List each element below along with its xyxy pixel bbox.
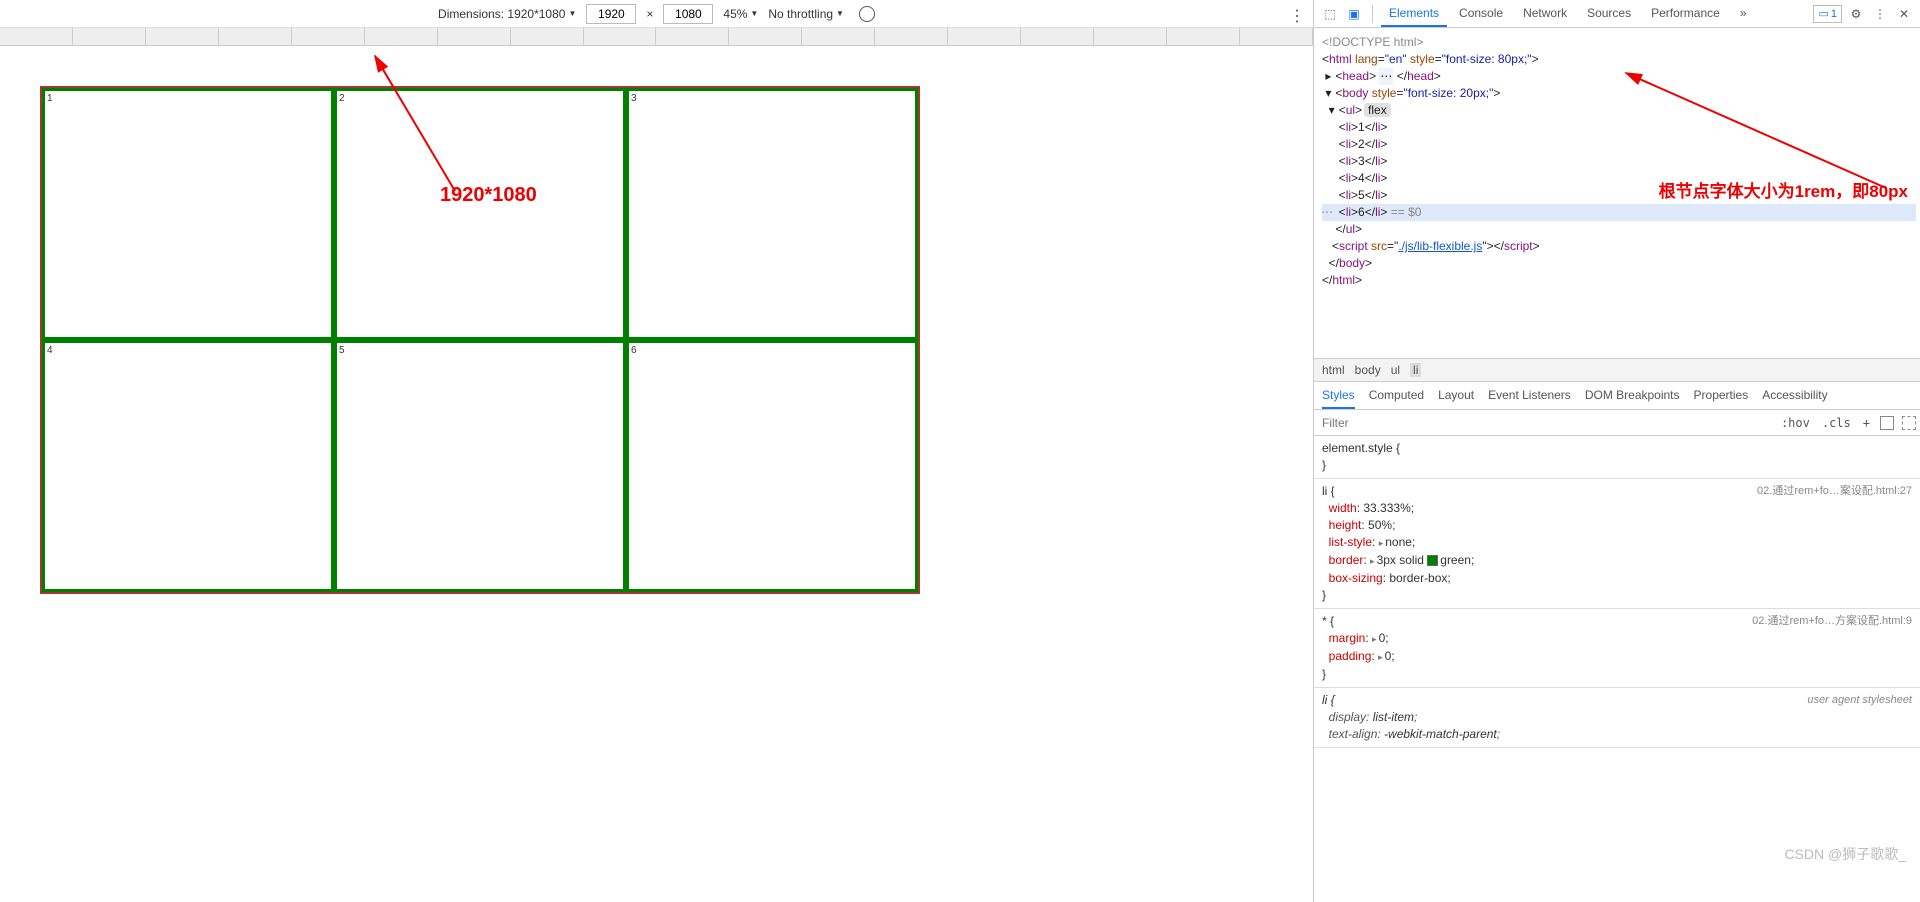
device-pane: Dimensions: 1920*1080 × 45% No throttlin…: [0, 0, 1314, 902]
tab-console[interactable]: Console: [1451, 0, 1511, 27]
tab-more[interactable]: »: [1732, 0, 1755, 27]
rule-li[interactable]: 02.通过rem+fo…案设配.html:27 li { width: 33.3…: [1314, 479, 1920, 609]
crumb-li[interactable]: li: [1410, 363, 1421, 377]
dimensions-select[interactable]: Dimensions: 1920*1080: [438, 7, 576, 21]
script-line[interactable]: <script src="./js/lib-flexible.js"></scr…: [1322, 238, 1916, 255]
breadcrumb: html body ul li: [1314, 358, 1920, 382]
ruler: [0, 28, 1313, 46]
device-toolbar: Dimensions: 1920*1080 × 45% No throttlin…: [0, 0, 1313, 28]
width-input[interactable]: [586, 4, 636, 24]
device-toggle-icon[interactable]: ▣: [1344, 7, 1364, 21]
tab-computed[interactable]: Computed: [1369, 382, 1424, 409]
zoom-select[interactable]: 45%: [723, 7, 758, 21]
ul-open[interactable]: ▾<ul>flex: [1322, 102, 1916, 119]
times-label: ×: [646, 7, 653, 21]
tab-properties[interactable]: Properties: [1694, 382, 1749, 409]
filter-input[interactable]: [1314, 416, 1775, 430]
source-link[interactable]: 02.通过rem+fo…案设配.html:27: [1757, 483, 1912, 500]
kebab-icon[interactable]: ⋮: [1870, 7, 1890, 21]
doctype-line: <!DOCTYPE html>: [1322, 34, 1916, 51]
throttling-select[interactable]: No throttling: [768, 7, 844, 21]
crumb-html[interactable]: html: [1322, 363, 1345, 377]
crumb-ul[interactable]: ul: [1391, 363, 1400, 377]
color-swatch[interactable]: [1427, 555, 1438, 566]
toggle-box-icon[interactable]: [1902, 416, 1916, 430]
html-close[interactable]: </html>: [1322, 272, 1916, 289]
tab-layout[interactable]: Layout: [1438, 382, 1474, 409]
grid-cell: 5: [334, 340, 626, 592]
tab-sources[interactable]: Sources: [1579, 0, 1639, 27]
dom-tree[interactable]: <!DOCTYPE html> <html lang="en" style="f…: [1314, 28, 1920, 358]
source-link: user agent stylesheet: [1807, 692, 1912, 709]
viewport: 1 2 3 4 5 6 1920*1080: [0, 46, 1313, 902]
tab-styles[interactable]: Styles: [1322, 382, 1355, 409]
li-line[interactable]: <li>1</li>: [1322, 119, 1916, 136]
tab-dom-breakpoints[interactable]: DOM Breakpoints: [1585, 382, 1680, 409]
li-line[interactable]: <li>3</li>: [1322, 153, 1916, 170]
tab-network[interactable]: Network: [1515, 0, 1575, 27]
height-input[interactable]: [663, 4, 713, 24]
devtools-pane: ⬚ ▣ Elements Console Network Sources Per…: [1314, 0, 1920, 902]
close-icon[interactable]: ✕: [1894, 7, 1914, 21]
head-line[interactable]: ▸<head> ⋯ </head>: [1322, 68, 1916, 85]
rule-universal[interactable]: 02.通过rem+fo…方案设配.html:9 * { margin: 0; p…: [1314, 609, 1920, 688]
kebab-icon[interactable]: ⋮: [1289, 6, 1305, 26]
tab-performance[interactable]: Performance: [1643, 0, 1728, 27]
grid-cell: 4: [42, 340, 334, 592]
annotation-text: 1920*1080: [440, 184, 537, 207]
gear-icon[interactable]: ⚙: [1846, 7, 1866, 21]
tab-accessibility[interactable]: Accessibility: [1762, 382, 1827, 409]
new-rule-button[interactable]: +: [1857, 416, 1876, 430]
inspect-icon[interactable]: ⬚: [1320, 7, 1340, 21]
styles-tabs: Styles Computed Layout Event Listeners D…: [1314, 382, 1920, 410]
hov-button[interactable]: :hov: [1775, 416, 1816, 430]
grid-cell: 2: [334, 88, 626, 340]
source-link[interactable]: 02.通过rem+fo…方案设配.html:9: [1752, 613, 1912, 630]
rotate-icon[interactable]: [859, 6, 875, 22]
grid-cell: 3: [626, 88, 918, 340]
toggle-box-icon[interactable]: [1880, 416, 1894, 430]
body-close[interactable]: </body>: [1322, 255, 1916, 272]
li-line-selected[interactable]: ⋯ <li>6</li> == $0: [1322, 204, 1916, 221]
styles-panel[interactable]: element.style { } 02.通过rem+fo…案设配.html:2…: [1314, 436, 1920, 902]
ul-close[interactable]: </ul>: [1322, 221, 1916, 238]
crumb-body[interactable]: body: [1355, 363, 1381, 377]
html-open[interactable]: <html lang="en" style="font-size: 80px;"…: [1322, 51, 1916, 68]
tab-elements[interactable]: Elements: [1381, 0, 1447, 27]
rule-user-agent[interactable]: user agent stylesheet li { display: list…: [1314, 688, 1920, 748]
cls-button[interactable]: .cls: [1816, 416, 1857, 430]
rule-element-style[interactable]: element.style { }: [1314, 436, 1920, 479]
body-open[interactable]: ▾<body style="font-size: 20px;">: [1322, 85, 1916, 102]
grid-cell: 1: [42, 88, 334, 340]
li-line[interactable]: <li>2</li>: [1322, 136, 1916, 153]
watermark: CSDN @狮子歌歌_: [1784, 844, 1906, 864]
tab-event-listeners[interactable]: Event Listeners: [1488, 382, 1571, 409]
filter-bar: :hov .cls +: [1314, 410, 1920, 436]
grid: 1 2 3 4 5 6: [40, 86, 920, 594]
annotation-text: 根节点字体大小为1rem，即80px: [1659, 183, 1908, 200]
grid-cell: 6: [626, 340, 918, 592]
devtools-tabs: ⬚ ▣ Elements Console Network Sources Per…: [1314, 0, 1920, 28]
issues-badge[interactable]: ▭ 1: [1813, 5, 1842, 23]
